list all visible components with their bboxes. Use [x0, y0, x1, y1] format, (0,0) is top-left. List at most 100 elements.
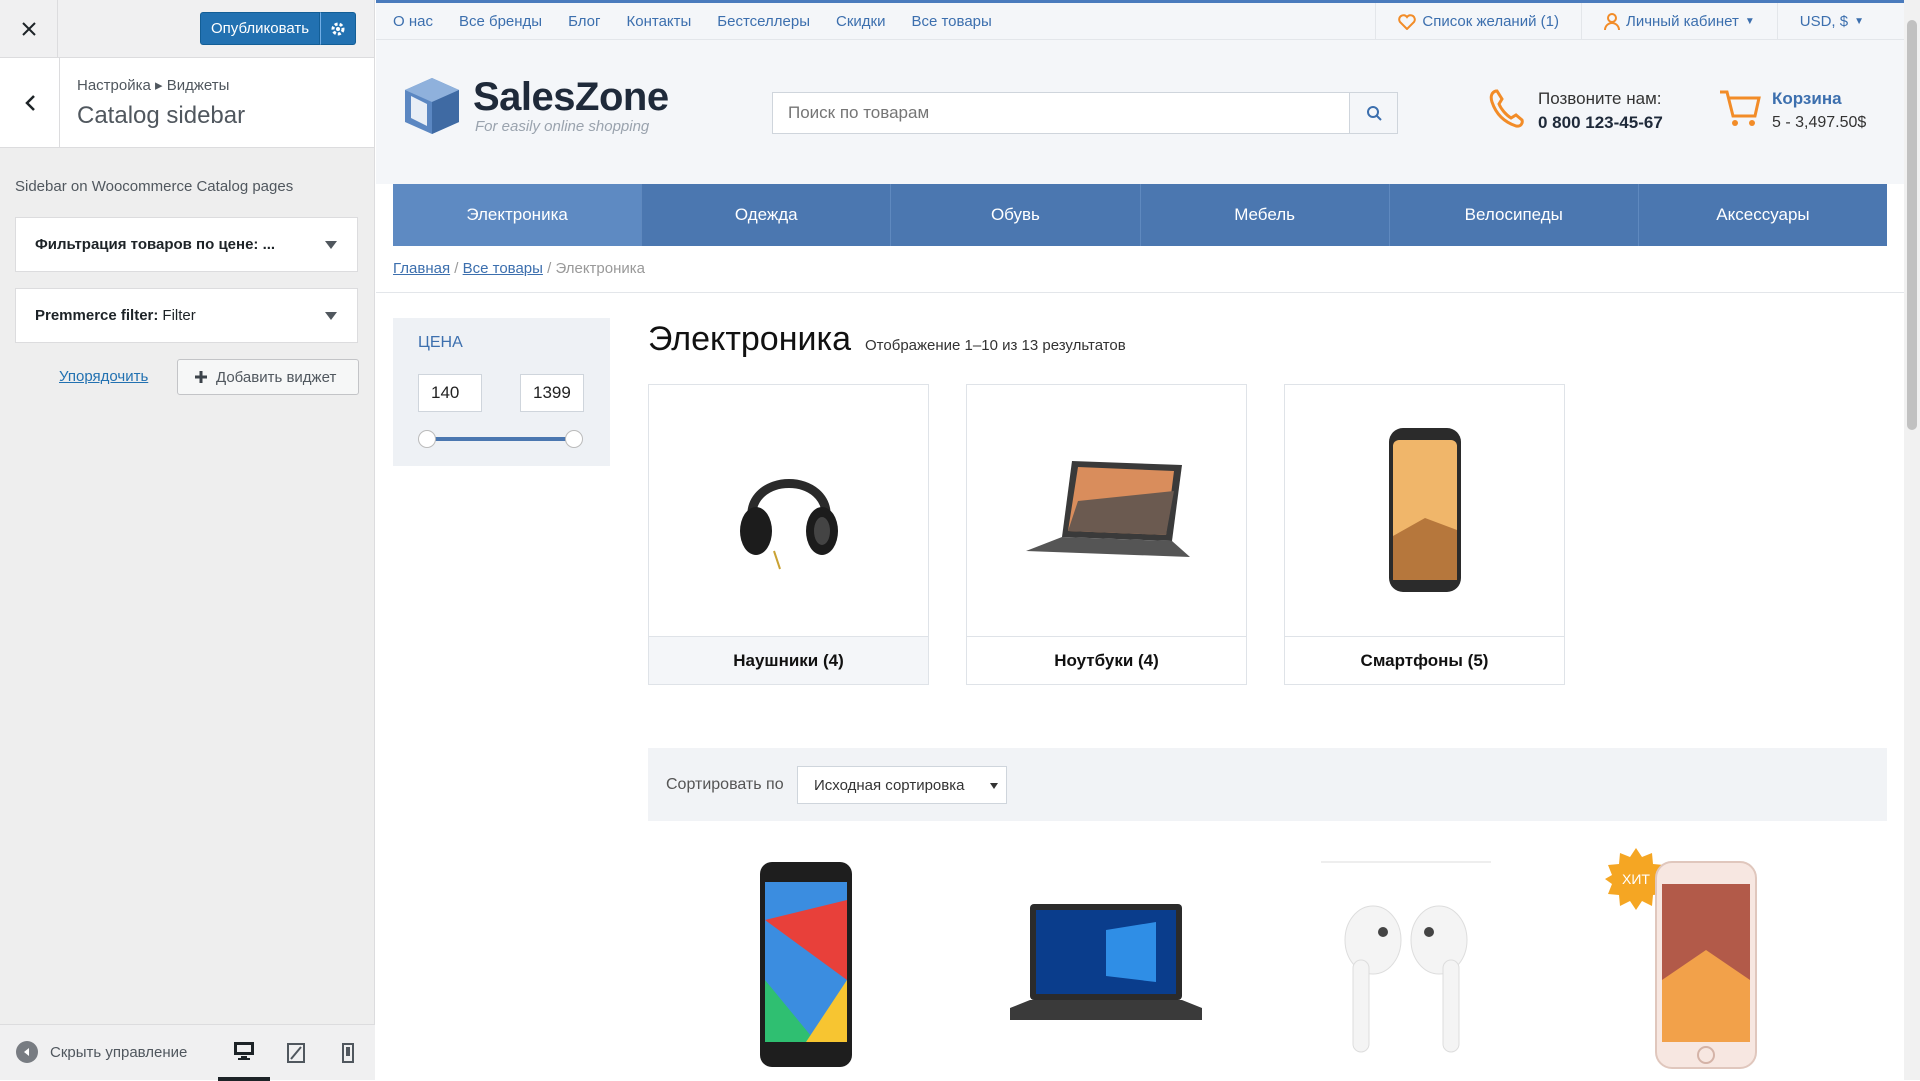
logo-name: SalesZone [473, 75, 669, 119]
section-header: Настройка ▸ Виджеты Catalog sidebar [0, 58, 374, 148]
currency-menu[interactable]: USD, $ ▼ [1776, 3, 1904, 40]
sort-label: Сортировать по [666, 776, 784, 793]
sort-bar: Сортировать по Исходная сортировка [648, 748, 1887, 821]
product-card[interactable] [1606, 860, 1806, 1080]
user-icon [1603, 12, 1620, 30]
cart-icon [1720, 90, 1761, 126]
plus-icon [195, 371, 207, 383]
sidebar-description: Sidebar on Woocommerce Catalog pages [15, 178, 294, 195]
product-card[interactable] [706, 860, 906, 1080]
category-nav: Электроника Одежда Обувь Мебель Велосипе… [393, 184, 1887, 246]
logo-tagline: For easily online shopping [475, 118, 650, 135]
account-label: Личный кабинет [1625, 13, 1739, 30]
widget-subtitle: Filter [162, 307, 196, 324]
cart-label: Корзина [1772, 89, 1842, 108]
hide-controls-label: Скрыть управление [50, 1043, 188, 1061]
divider [376, 292, 1904, 293]
top-bar: О нас Все бренды Блог Контакты Бестселле… [376, 0, 1904, 40]
product-image-windows-laptop [1010, 904, 1202, 1020]
widget-premmerce-filter[interactable]: Premmerce filter: Filter [15, 288, 358, 343]
subcategory-laptops[interactable]: Ноутбуки (4) [966, 384, 1247, 685]
top-nav-discounts[interactable]: Скидки [836, 13, 885, 30]
publish-settings-button[interactable] [320, 12, 357, 45]
product-card[interactable] [1006, 860, 1206, 1080]
currency-label: USD, $ [1799, 13, 1849, 30]
close-customizer-button[interactable] [0, 0, 58, 58]
laptop-image [967, 385, 1246, 636]
price-max-input[interactable]: 1399 [520, 374, 584, 412]
product-image-earbuds [1321, 861, 1491, 1053]
desktop-preview-button[interactable] [218, 1025, 270, 1081]
top-nav-about[interactable]: О нас [393, 13, 433, 30]
cart-block[interactable]: Корзина 5 - 3,497.50$ [1718, 88, 1866, 136]
price-filter-widget: ЦЕНА 140 1399 [393, 318, 610, 466]
breadcrumb-current: Электроника [555, 260, 646, 277]
breadcrumb: Главная / Все товары / Электроника [393, 260, 646, 277]
phone-label: Позвоните нам: [1538, 89, 1662, 108]
top-nav-brands[interactable]: Все бренды [459, 13, 542, 30]
price-slider-min-handle[interactable] [418, 430, 436, 448]
site-header: SalesZone For easily online shopping Поз… [376, 40, 1904, 184]
desktop-icon [234, 1042, 254, 1060]
add-widget-button[interactable]: Добавить виджет [177, 359, 359, 395]
reorder-link[interactable]: Упорядочить [59, 368, 148, 385]
top-nav-blog[interactable]: Блог [568, 13, 600, 30]
price-min-input[interactable]: 140 [418, 374, 482, 412]
mobile-icon [342, 1043, 354, 1063]
breadcrumb-all-products[interactable]: Все товары [463, 260, 543, 277]
phone-number[interactable]: 0 800 123-45-67 [1538, 110, 1663, 136]
site-logo[interactable]: SalesZone For easily online shopping [401, 74, 669, 138]
widget-price-filter[interactable]: Фильтрация товаров по цене: ... [15, 217, 358, 272]
caret-down-icon [990, 783, 998, 789]
hide-controls-button[interactable]: Скрыть управление [16, 1041, 187, 1063]
search-box [772, 92, 1398, 134]
box-logo-icon [405, 78, 459, 134]
caret-down-icon[interactable] [325, 312, 337, 320]
price-filter-title: ЦЕНА [418, 334, 463, 351]
tablet-preview-button[interactable] [270, 1025, 322, 1081]
subcategory-smartphones[interactable]: Смартфоны (5) [1284, 384, 1565, 685]
category-clothing[interactable]: Одежда [642, 184, 892, 246]
price-slider-max-handle[interactable] [565, 430, 583, 448]
price-slider-range [427, 437, 575, 441]
category-furniture[interactable]: Мебель [1141, 184, 1390, 246]
widget-title: Фильтрация товаров по цене: ... [35, 236, 276, 253]
collapse-icon [16, 1041, 38, 1063]
smartphone-image [1285, 385, 1564, 636]
product-card[interactable] [1306, 860, 1506, 1080]
category-bicycles[interactable]: Велосипеды [1390, 184, 1639, 246]
tablet-icon [287, 1043, 305, 1063]
subcategory-label: Смартфоны (5) [1285, 636, 1564, 684]
scrollbar-thumb[interactable] [1907, 20, 1917, 430]
category-electronics[interactable]: Электроника [393, 184, 643, 246]
add-widget-label: Добавить виджет [216, 368, 337, 386]
account-menu[interactable]: Личный кабинет ▼ [1580, 3, 1777, 40]
top-nav: О нас Все бренды Блог Контакты Бестселле… [393, 13, 992, 30]
section-title: Catalog sidebar [77, 102, 246, 129]
subcategory-headphones[interactable]: Наушники (4) [648, 384, 929, 685]
product-image-android-phone [760, 862, 852, 1067]
mobile-preview-button[interactable] [322, 1025, 374, 1081]
search-input[interactable] [773, 93, 1353, 133]
phone-icon [1489, 89, 1524, 128]
top-nav-contacts[interactable]: Контакты [627, 13, 692, 30]
site-preview: О нас Все бренды Блог Контакты Бестселле… [376, 0, 1904, 1080]
product-image-iphone [1655, 861, 1757, 1069]
publish-button[interactable]: Опубликовать [200, 12, 321, 45]
breadcrumb-home[interactable]: Главная [393, 260, 450, 277]
phone-block: Позвоните нам: 0 800 123-45-67 [1488, 88, 1663, 136]
category-accessories[interactable]: Аксессуары [1639, 184, 1887, 246]
category-shoes[interactable]: Обувь [891, 184, 1141, 246]
top-nav-bestsellers[interactable]: Бестселлеры [717, 13, 810, 30]
top-nav-all-products[interactable]: Все товары [911, 13, 991, 30]
sort-value: Исходная сортировка [814, 776, 965, 794]
page-scrollbar[interactable] [1904, 0, 1920, 1080]
headphones-image [649, 385, 928, 636]
back-button[interactable] [0, 58, 60, 148]
wishlist-link[interactable]: Список желаний (1) [1375, 3, 1581, 40]
chevron-down-icon: ▼ [1744, 16, 1755, 27]
sort-select[interactable]: Исходная сортировка [797, 766, 1007, 804]
search-button[interactable] [1349, 93, 1397, 133]
result-count: Отображение 1–10 из 13 результатов [865, 337, 1126, 354]
caret-down-icon[interactable] [325, 241, 337, 249]
